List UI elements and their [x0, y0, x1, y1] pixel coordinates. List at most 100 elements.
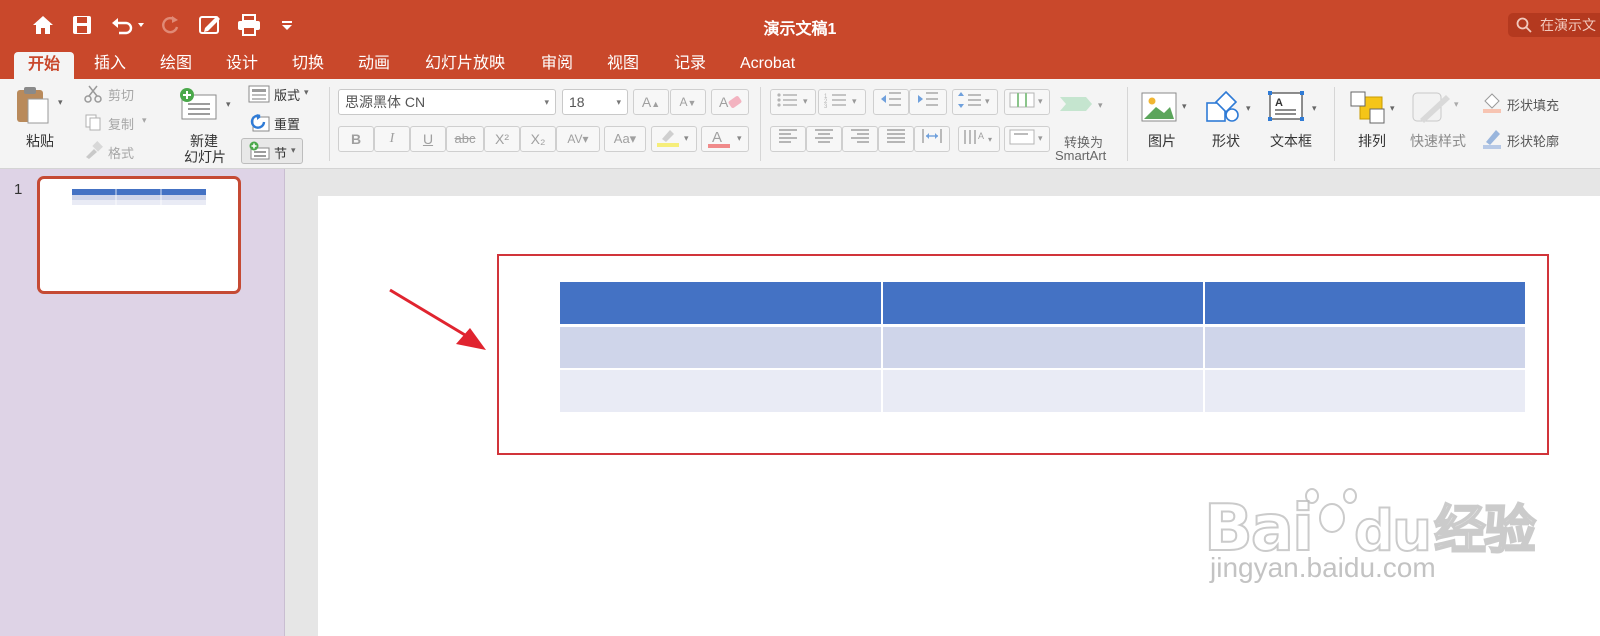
align-text-button[interactable]: ▾: [1004, 126, 1050, 152]
smartart-icon[interactable]: ▾: [1058, 93, 1108, 118]
align-text-icon: ▾: [1009, 129, 1043, 145]
font-color-button[interactable]: A ▾: [701, 126, 749, 152]
italic-button[interactable]: I: [374, 126, 410, 152]
shape-icon[interactable]: ▾: [1204, 89, 1256, 128]
tab-transitions[interactable]: 切换: [292, 50, 324, 79]
increase-indent-button[interactable]: [909, 89, 947, 115]
superscript-button[interactable]: X²: [484, 126, 520, 152]
font-color-icon: A ▾: [708, 129, 742, 148]
tab-home[interactable]: 开始: [14, 52, 75, 79]
columns-button[interactable]: ▾: [1004, 89, 1050, 115]
picture-label[interactable]: 图片: [1148, 131, 1176, 151]
shape-outline-button[interactable]: 形状轮廓: [1507, 131, 1559, 150]
highlight-color-button[interactable]: ▾: [651, 126, 697, 152]
paste-label[interactable]: 粘贴: [26, 131, 54, 151]
decrease-font-size-button[interactable]: A▼: [670, 89, 706, 115]
tab-insert[interactable]: 插入: [94, 50, 126, 79]
copy-button[interactable]: 复制: [108, 114, 134, 133]
paste-dropdown-icon[interactable]: ▾: [58, 97, 63, 108]
quick-styles-icon[interactable]: ▾: [1410, 89, 1464, 128]
format-painter-icon: [84, 141, 103, 159]
font-name-select[interactable]: 思源黑体 CN ▾: [338, 89, 556, 115]
picture-icon[interactable]: ▾: [1140, 91, 1192, 126]
svg-text:▾: ▾: [1454, 99, 1459, 109]
copy-dropdown-icon[interactable]: ▾: [142, 115, 147, 126]
shape-fill-button[interactable]: 形状填充: [1507, 95, 1559, 114]
svg-text:▾: ▾: [803, 96, 808, 106]
new-slide-icon[interactable]: [178, 87, 220, 126]
chevron-down-icon: ▾: [544, 97, 549, 107]
quick-styles-label[interactable]: 快速样式: [1410, 131, 1466, 151]
svg-text:3: 3: [824, 104, 828, 110]
textbox-label[interactable]: 文本框: [1270, 131, 1312, 151]
reset-button[interactable]: 重置: [274, 114, 300, 133]
svg-text:A: A: [1275, 97, 1283, 109]
align-left-button[interactable]: [770, 126, 806, 152]
align-center-icon: [815, 129, 833, 143]
clear-formatting-button[interactable]: A: [711, 89, 749, 115]
align-right-button[interactable]: [842, 126, 878, 152]
cut-button[interactable]: 剪切: [108, 85, 134, 104]
thumbnail-preview: [72, 189, 206, 205]
font-size-value: 18: [569, 94, 585, 110]
tab-slideshow[interactable]: 幻灯片放映: [425, 50, 505, 79]
justify-button[interactable]: [878, 126, 914, 152]
columns-icon: ▾: [1009, 92, 1043, 108]
text-direction-button[interactable]: A ▾: [958, 126, 1000, 152]
tab-draw[interactable]: 绘图: [160, 50, 192, 79]
tab-record[interactable]: 记录: [674, 50, 706, 79]
convert-smartart-label-2[interactable]: SmartArt: [1055, 148, 1106, 163]
bullets-button[interactable]: ▾: [770, 89, 816, 115]
outdent-icon: [881, 92, 901, 106]
distributed-button[interactable]: [914, 126, 950, 152]
align-center-button[interactable]: [806, 126, 842, 152]
svg-text:▾: ▾: [1312, 103, 1317, 113]
watermark-url: jingyan.baidu.com: [1210, 552, 1436, 583]
numbering-button[interactable]: 1 2 3 ▾: [818, 89, 866, 115]
section-dropdown-icon[interactable]: ▾: [291, 145, 296, 156]
arrange-icon[interactable]: ▾: [1348, 89, 1398, 128]
slide-thumbnail[interactable]: [37, 176, 241, 294]
document-title: 演示文稿1: [763, 21, 837, 38]
svg-text:▾: ▾: [1038, 96, 1043, 106]
tab-design[interactable]: 设计: [226, 50, 258, 79]
new-slide-label-2[interactable]: 幻灯片: [184, 147, 226, 167]
layout-icon: [248, 85, 270, 103]
textbox-icon[interactable]: A ▾: [1266, 89, 1320, 128]
svg-text:A: A: [712, 129, 722, 146]
svg-text:▾: ▾: [1038, 133, 1043, 143]
svg-text:▾: ▾: [1246, 103, 1251, 113]
new-slide-dropdown-icon[interactable]: ▾: [226, 99, 231, 110]
character-spacing-button[interactable]: AV▾: [556, 126, 600, 152]
strikethrough-button[interactable]: abc: [446, 126, 484, 152]
font-size-select[interactable]: 18 ▾: [562, 89, 628, 115]
svg-text:▾: ▾: [1098, 100, 1103, 110]
underline-button[interactable]: U: [410, 126, 446, 152]
section-label: 节: [274, 146, 288, 161]
paste-icon[interactable]: [14, 85, 52, 128]
align-right-icon: [851, 129, 869, 143]
scissors-icon: [84, 85, 102, 103]
tab-view[interactable]: 视图: [607, 50, 639, 79]
tab-acrobat[interactable]: Acrobat: [740, 50, 795, 79]
search-box[interactable]: 在演示文: [1508, 13, 1600, 37]
increase-font-size-button[interactable]: A▲: [633, 89, 669, 115]
layout-dropdown-icon[interactable]: ▾: [304, 87, 309, 98]
annotation-arrow: [389, 288, 486, 350]
reset-icon: [248, 113, 270, 132]
bold-button[interactable]: B: [338, 126, 374, 152]
layout-button[interactable]: 版式: [274, 85, 300, 104]
font-name-value: 思源黑体 CN: [345, 94, 426, 110]
change-case-button[interactable]: Aa▾: [604, 126, 646, 152]
arrange-label[interactable]: 排列: [1358, 131, 1386, 151]
tab-review[interactable]: 审阅: [541, 50, 573, 79]
svg-text:▾: ▾: [1182, 101, 1187, 111]
subscript-button[interactable]: X₂: [520, 126, 556, 152]
format-painter-button[interactable]: 格式: [108, 143, 134, 162]
svg-text:▾: ▾: [1390, 103, 1395, 113]
shape-label[interactable]: 形状: [1212, 131, 1240, 151]
tab-animations[interactable]: 动画: [358, 50, 390, 79]
decrease-indent-button[interactable]: [873, 89, 909, 115]
copy-icon: [84, 113, 101, 131]
line-spacing-button[interactable]: ▾: [952, 89, 998, 115]
